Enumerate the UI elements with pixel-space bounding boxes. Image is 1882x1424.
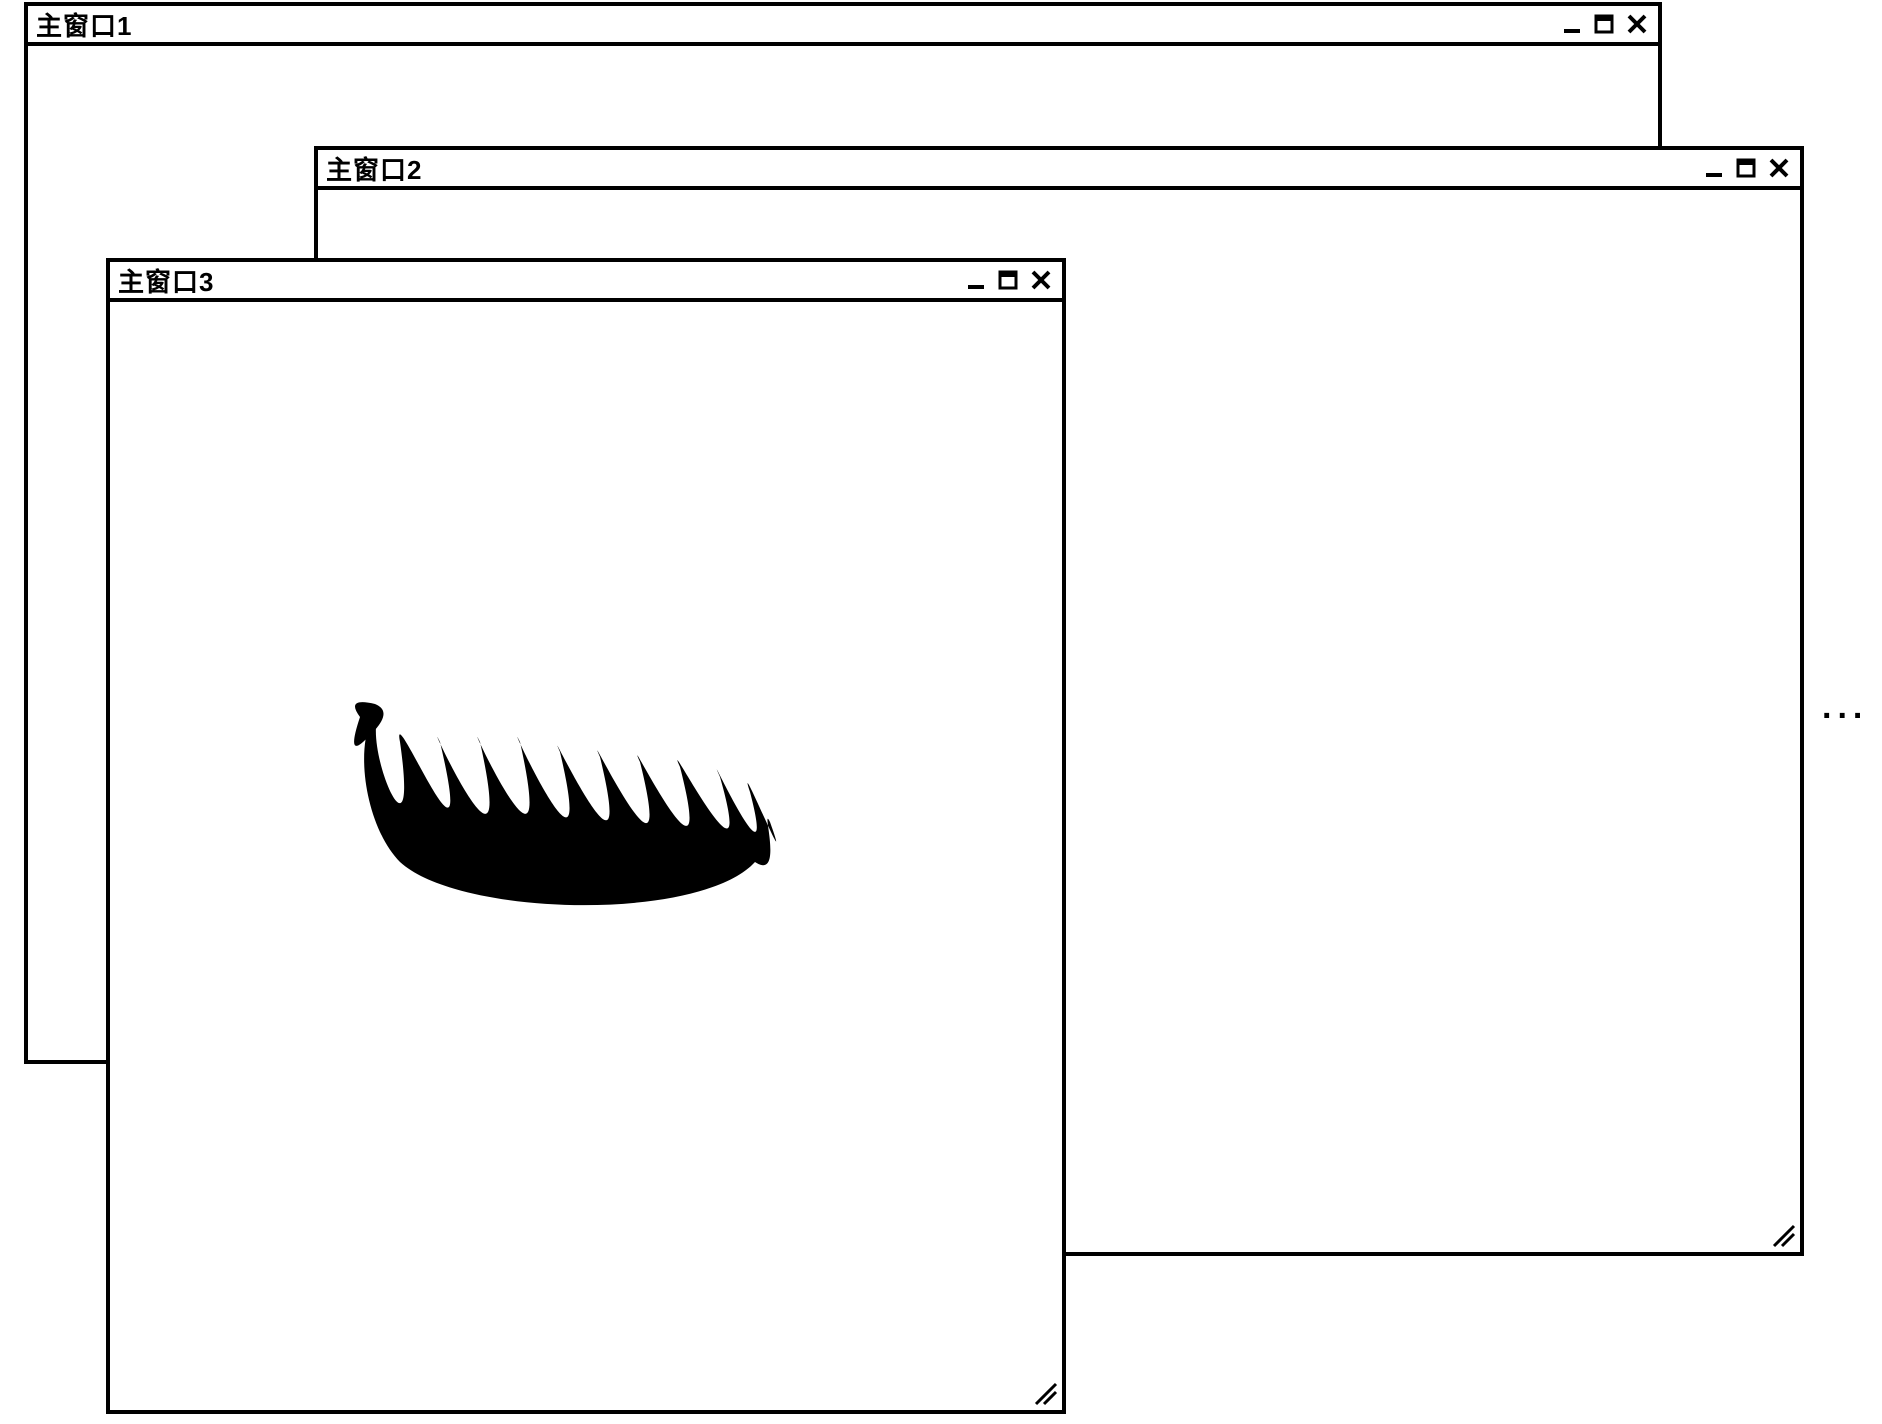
resize-grip-icon[interactable]	[1768, 1220, 1796, 1248]
diagram-canvas: 主窗口1 主窗口2	[0, 0, 1882, 1424]
drawing-scribble	[340, 682, 800, 942]
window-3-title: 主窗口3	[118, 262, 214, 299]
window-3-body[interactable]	[110, 302, 1062, 1410]
maximize-icon[interactable]	[1734, 155, 1760, 181]
minimize-icon[interactable]	[1702, 155, 1728, 181]
minimize-icon[interactable]	[1560, 11, 1586, 37]
window-2-title: 主窗口2	[326, 150, 422, 187]
titlebar-1[interactable]: 主窗口1	[28, 6, 1658, 46]
close-icon[interactable]	[1766, 155, 1792, 181]
close-icon[interactable]	[1028, 267, 1054, 293]
titlebar-3[interactable]: 主窗口3	[110, 262, 1062, 302]
maximize-icon[interactable]	[1592, 11, 1618, 37]
window-2-controls	[1702, 155, 1792, 181]
window-1-controls	[1560, 11, 1650, 37]
resize-grip-icon[interactable]	[1030, 1378, 1058, 1406]
more-windows-ellipsis: ...	[1822, 688, 1868, 727]
maximize-icon[interactable]	[996, 267, 1022, 293]
close-icon[interactable]	[1624, 11, 1650, 37]
minimize-icon[interactable]	[964, 267, 990, 293]
window-1-title: 主窗口1	[36, 6, 132, 43]
window-3-controls	[964, 267, 1054, 293]
titlebar-2[interactable]: 主窗口2	[318, 150, 1800, 190]
window-3[interactable]: 主窗口3	[106, 258, 1066, 1414]
